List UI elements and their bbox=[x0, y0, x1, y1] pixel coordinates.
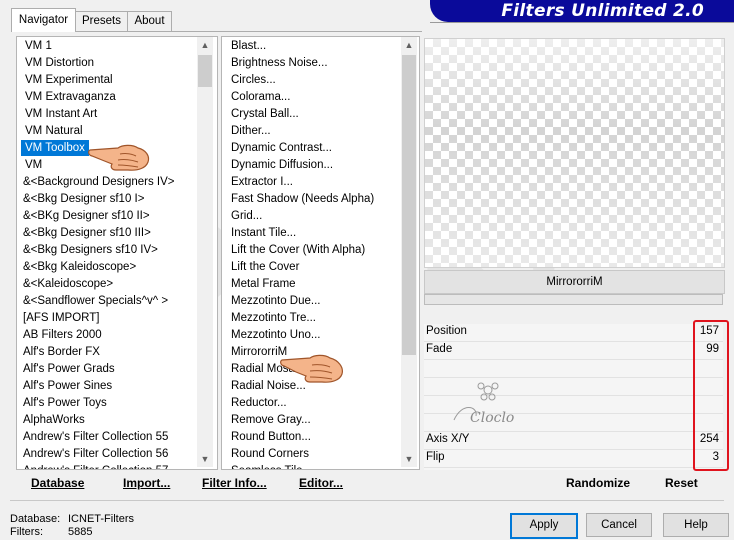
parameter-row[interactable]: Fade 99 bbox=[424, 342, 723, 360]
category-list-item[interactable]: &<BKg Designer sf10 II> bbox=[19, 208, 154, 224]
filters-count-value: 5885 bbox=[68, 526, 93, 538]
category-list-item[interactable]: AlphaWorks bbox=[19, 412, 89, 428]
filter-info-button[interactable]: Filter Info... bbox=[202, 474, 267, 492]
current-filter-name: MirrororriM bbox=[424, 270, 725, 294]
randomize-button[interactable]: Randomize bbox=[566, 474, 630, 492]
category-list-item[interactable]: VM bbox=[21, 157, 46, 173]
category-list-item[interactable]: VM Experimental bbox=[21, 72, 117, 88]
banner-title: Filters Unlimited 2.0 bbox=[501, 1, 704, 21]
category-list-item[interactable]: VM Instant Art bbox=[21, 106, 101, 122]
database-button[interactable]: Database bbox=[31, 474, 84, 492]
parameter-row[interactable]: Position 157 bbox=[424, 324, 723, 342]
category-list-item[interactable]: Alf's Power Sines bbox=[19, 378, 116, 394]
cloclo-signature-logo: Cloclo bbox=[453, 382, 514, 426]
parameter-label: Flip bbox=[426, 451, 445, 463]
category-list-item[interactable]: AB Filters 2000 bbox=[19, 327, 106, 343]
filter-list-item[interactable]: Fast Shadow (Needs Alpha) bbox=[227, 191, 378, 207]
import-button[interactable]: Import... bbox=[123, 474, 170, 492]
category-list-item[interactable]: &<Background Designers IV> bbox=[19, 174, 179, 190]
category-list-item[interactable]: &<Sandflower Specials^v^ > bbox=[19, 293, 172, 309]
filter-list-item[interactable]: Round Button... bbox=[227, 429, 315, 445]
values-highlight-box bbox=[693, 320, 729, 471]
tab-about[interactable]: About bbox=[127, 11, 172, 31]
category-list-item[interactable]: Alf's Power Grads bbox=[19, 361, 119, 377]
filter-preview bbox=[424, 38, 725, 268]
pointing-hand-icon bbox=[88, 144, 150, 171]
filters-count-label: Filters: bbox=[10, 526, 43, 538]
category-scrollbar[interactable]: ▲ ▼ bbox=[197, 37, 213, 467]
filter-list-item[interactable]: Crystal Ball... bbox=[227, 106, 303, 122]
category-list-item[interactable]: &<Bkg Kaleidoscope> bbox=[19, 259, 140, 275]
category-list-item[interactable]: Andrew's Filter Collection 55 bbox=[19, 429, 172, 445]
parameter-label: Axis X/Y bbox=[426, 433, 470, 445]
filter-list-item[interactable]: Reductor... bbox=[227, 395, 291, 411]
progress-bar bbox=[424, 294, 723, 305]
filter-scroll-thumb[interactable] bbox=[402, 55, 416, 355]
category-list[interactable]: VM 1 VM Distortion VM Experimental VM Extra… bbox=[16, 36, 218, 470]
filter-list-item[interactable]: Dynamic Contrast... bbox=[227, 140, 336, 156]
filter-list-item[interactable]: Blast... bbox=[227, 38, 270, 54]
category-list-item[interactable]: VM 1 bbox=[21, 38, 56, 54]
scroll-down-arrow-icon[interactable]: ▼ bbox=[197, 451, 213, 467]
filter-list-item[interactable]: Mezzotinto Tre... bbox=[227, 310, 320, 326]
filter-list-item[interactable]: Instant Tile... bbox=[227, 225, 300, 241]
category-list-item[interactable]: &<Bkg Designer sf10 I> bbox=[19, 191, 148, 207]
parameter-label: Fade bbox=[426, 343, 453, 355]
database-value: ICNET-Filters bbox=[68, 513, 134, 525]
filter-list-item[interactable]: Mezzotinto Uno... bbox=[227, 327, 324, 343]
apply-button[interactable]: Apply bbox=[510, 513, 578, 539]
editor-button[interactable]: Editor... bbox=[299, 474, 343, 492]
filter-list-item[interactable]: Dither... bbox=[227, 123, 275, 139]
tab-presets[interactable]: Presets bbox=[75, 11, 128, 31]
reset-button[interactable]: Reset bbox=[665, 474, 698, 492]
help-button[interactable]: Help bbox=[663, 513, 729, 537]
category-list-item[interactable]: &<Bkg Designer sf10 III> bbox=[19, 225, 155, 241]
category-scroll-thumb[interactable] bbox=[198, 55, 212, 87]
category-list-item[interactable]: &<Bkg Designers sf10 IV> bbox=[19, 242, 162, 258]
preview-gradient bbox=[425, 39, 724, 267]
parameter-row[interactable]: Axis X/Y 254 bbox=[424, 432, 723, 450]
category-list-item[interactable]: Alf's Power Toys bbox=[19, 395, 111, 411]
filter-list-item[interactable]: Dynamic Diffusion... bbox=[227, 157, 337, 173]
category-list-item[interactable]: VM Distortion bbox=[21, 55, 98, 71]
svg-text:Cloclo: Cloclo bbox=[470, 410, 514, 426]
category-list-item[interactable]: VM Natural bbox=[21, 123, 87, 139]
parameter-row[interactable]: Flip 3 bbox=[424, 450, 723, 468]
filter-list-item[interactable]: Seamless Tile... bbox=[227, 463, 316, 469]
category-list-item[interactable]: &<Kaleidoscope> bbox=[19, 276, 117, 292]
filter-list[interactable]: Blast... Brightness Noise... Circles... Col… bbox=[221, 36, 420, 470]
filter-list-item[interactable]: Lift the Cover bbox=[227, 259, 303, 275]
category-list-item[interactable]: VM Toolbox bbox=[21, 140, 89, 156]
parameter-label: Position bbox=[426, 325, 467, 337]
scroll-up-arrow-icon[interactable]: ▲ bbox=[197, 37, 213, 53]
tab-navigator[interactable]: Navigator bbox=[11, 8, 76, 32]
cancel-button[interactable]: Cancel bbox=[586, 513, 652, 537]
category-list-item[interactable]: Andrew's Filter Collection 57 bbox=[19, 463, 172, 469]
filter-list-item[interactable]: Extractor I... bbox=[227, 174, 297, 190]
filter-list-item[interactable]: Remove Gray... bbox=[227, 412, 315, 428]
bottom-separator bbox=[10, 500, 724, 501]
filter-list-item[interactable]: Colorama... bbox=[227, 89, 294, 105]
filter-list-item[interactable]: Metal Frame bbox=[227, 276, 300, 292]
filter-list-item[interactable]: Round Corners bbox=[227, 446, 313, 462]
category-list-item[interactable]: Andrew's Filter Collection 56 bbox=[19, 446, 172, 462]
pointing-hand-icon bbox=[280, 354, 343, 383]
scroll-up-arrow-icon[interactable]: ▲ bbox=[401, 37, 417, 53]
filter-scrollbar[interactable]: ▲ ▼ bbox=[401, 37, 417, 467]
scroll-down-arrow-icon[interactable]: ▼ bbox=[401, 451, 417, 467]
category-list-item[interactable]: [AFS IMPORT] bbox=[19, 310, 103, 326]
title-banner: Filters Unlimited 2.0 bbox=[430, 0, 734, 22]
database-label: Database: bbox=[10, 513, 61, 525]
filter-list-item[interactable]: Lift the Cover (With Alpha) bbox=[227, 242, 369, 258]
category-list-item[interactable]: Alf's Border FX bbox=[19, 344, 104, 360]
category-list-item[interactable]: VM Extravaganza bbox=[21, 89, 120, 105]
filter-list-item[interactable]: Circles... bbox=[227, 72, 280, 88]
filter-list-item[interactable]: Brightness Noise... bbox=[227, 55, 332, 71]
banner-underline bbox=[430, 22, 734, 23]
filter-list-item[interactable]: Mezzotinto Due... bbox=[227, 293, 324, 309]
filter-list-item[interactable]: Grid... bbox=[227, 208, 266, 224]
